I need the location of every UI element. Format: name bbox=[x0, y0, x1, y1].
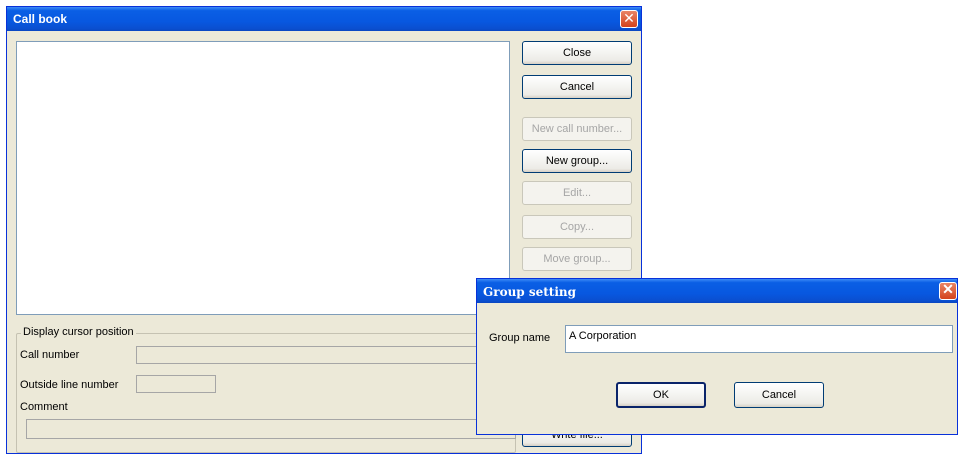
cancel-button[interactable]: Cancel bbox=[522, 75, 632, 99]
edit-button[interactable]: Edit... bbox=[522, 181, 632, 205]
group-name-input[interactable]: A Corporation bbox=[565, 325, 953, 353]
ok-button[interactable]: OK bbox=[616, 382, 706, 408]
copy-button[interactable]: Copy... bbox=[522, 215, 632, 239]
move-group-button[interactable]: Move group... bbox=[522, 247, 632, 271]
comment-field bbox=[26, 419, 516, 439]
call-book-title: Call book bbox=[13, 12, 68, 26]
call-book-list[interactable] bbox=[16, 41, 510, 315]
cursor-position-legend: Display cursor position bbox=[21, 326, 136, 338]
comment-label: Comment bbox=[20, 401, 68, 413]
close-button[interactable]: Close bbox=[522, 41, 632, 65]
outside-line-number-field bbox=[136, 375, 216, 393]
group-setting-title: Group setting bbox=[483, 285, 577, 299]
group-setting-dialog: Group setting ✕ Group name A Corporation… bbox=[476, 278, 958, 435]
group-name-label: Group name bbox=[489, 332, 551, 344]
new-group-button[interactable]: New group... bbox=[522, 149, 632, 173]
call-book-titlebar[interactable]: Call book ✕ bbox=[7, 7, 641, 31]
dialog-cancel-button[interactable]: Cancel bbox=[734, 382, 824, 408]
outside-line-number-label: Outside line number bbox=[20, 379, 119, 391]
new-call-number-button[interactable]: New call number... bbox=[522, 117, 632, 141]
call-number-label: Call number bbox=[20, 349, 80, 361]
call-number-field bbox=[136, 346, 516, 364]
group-setting-titlebar[interactable]: Group setting ✕ bbox=[477, 279, 957, 303]
dialog-close-icon[interactable]: ✕ bbox=[939, 282, 957, 300]
window-close-icon[interactable]: ✕ bbox=[620, 10, 638, 28]
